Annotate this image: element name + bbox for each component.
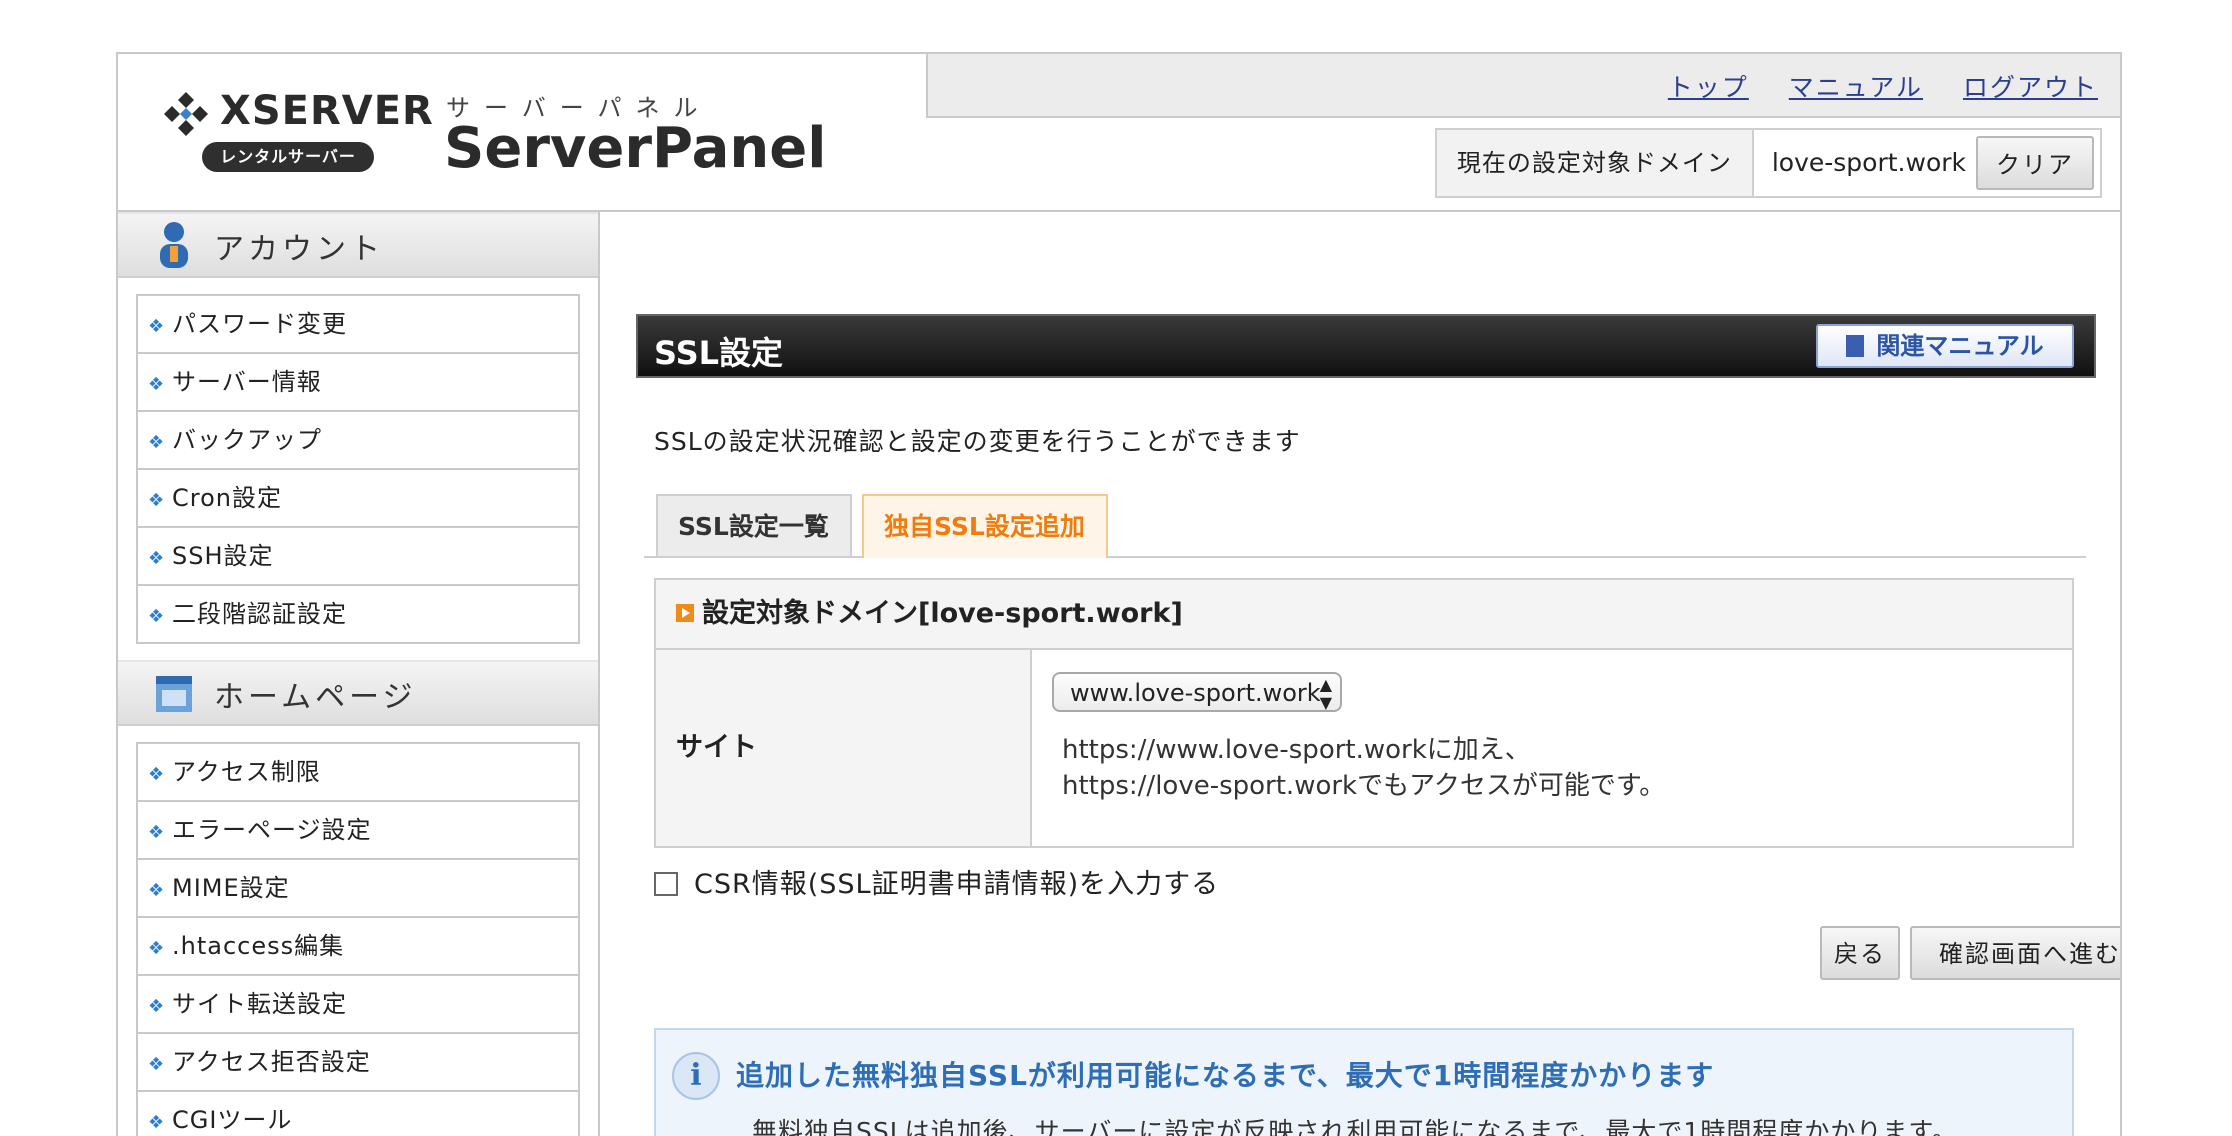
sidebar-list-account: ❖ パスワード変更 ❖ サーバー情報 ❖ バックアップ ❖ Cron設定 ❖ SSH設定 … bbox=[136, 294, 580, 644]
info-notice: i 追加した無料独自SSLが利用可能になるまで、最大で1時間程度かかります 無料… bbox=[654, 1028, 2074, 1136]
bullet-icon: ❖ bbox=[148, 548, 166, 569]
table-row: サイト www.love-sport.work ▲ ▼ https://www.l… bbox=[656, 650, 2072, 846]
sidebar-item-label: アクセス制限 bbox=[172, 758, 321, 786]
sidebar-item-label: .htaccess編集 bbox=[172, 932, 345, 960]
bullet-icon: ❖ bbox=[148, 432, 166, 453]
info-icon: i bbox=[672, 1052, 720, 1100]
bullet-icon: ❖ bbox=[148, 316, 166, 337]
section-header: SSL設定 関連マニュアル bbox=[636, 314, 2096, 378]
sidebar-item-redirect[interactable]: ❖ サイト転送設定 bbox=[138, 976, 578, 1034]
site-note-line2: https://love-sport.workでもアクセスが可能です。 bbox=[1062, 771, 1666, 801]
sidebar-section-title: ホームページ bbox=[214, 680, 417, 715]
info-title: 追加した無料独自SSLが利用可能になるまで、最大で1時間程度かかります bbox=[736, 1059, 1715, 1092]
proceed-to-confirm-button[interactable]: 確認画面へ進む bbox=[1910, 926, 2120, 980]
related-manual-button[interactable]: 関連マニュアル bbox=[1816, 324, 2074, 368]
sidebar-item-label: MIME設定 bbox=[172, 874, 290, 902]
sidebar-item-htaccess[interactable]: ❖ .htaccess編集 bbox=[138, 918, 578, 976]
page-description: SSLの設定状況確認と設定の変更を行うことができます bbox=[654, 427, 1301, 456]
current-domain-label: 現在の設定対象ドメイン bbox=[1436, 130, 1754, 196]
sidebar-item-ssh[interactable]: ❖ SSH設定 bbox=[138, 528, 578, 586]
sidebar-item-backup[interactable]: ❖ バックアップ bbox=[138, 412, 578, 470]
csr-checkbox-row[interactable]: CSR情報(SSL証明書申請情報)を入力する bbox=[654, 862, 1219, 901]
sidebar-item-error-page[interactable]: ❖ エラーページ設定 bbox=[138, 802, 578, 860]
sidebar-section-homepage[interactable]: ホームページ bbox=[118, 660, 598, 726]
bullet-icon: ❖ bbox=[148, 938, 166, 959]
header: XSERVER レンタルサーバー サーバーパネル ServerPanel トップ… bbox=[118, 54, 2120, 212]
sidebar-item-label: Cron設定 bbox=[172, 484, 282, 512]
sidebar-item-label: バックアップ bbox=[172, 426, 322, 454]
sidebar-item-cgi[interactable]: ❖ CGIツール bbox=[138, 1092, 578, 1136]
csr-checkbox-label: CSR情報(SSL証明書申請情報)を入力する bbox=[694, 869, 1220, 900]
book-icon bbox=[1846, 335, 1865, 357]
bullet-icon: ❖ bbox=[148, 822, 166, 843]
sidebar-item-label: 二段階認証設定 bbox=[172, 600, 347, 628]
tab-bar: SSL設定一覧 独自SSL設定追加 bbox=[644, 494, 2086, 558]
sidebar-section-title: アカウント bbox=[214, 232, 384, 267]
play-arrow-icon bbox=[676, 604, 694, 622]
page-title: SSL設定 bbox=[654, 334, 784, 372]
sidebar-item-access-deny[interactable]: ❖ アクセス拒否設定 bbox=[138, 1034, 578, 1092]
logo-area: XSERVER レンタルサーバー サーバーパネル ServerPanel bbox=[118, 54, 918, 210]
related-manual-label: 関連マニュアル bbox=[1876, 332, 2044, 360]
sidebar-item-label: アクセス拒否設定 bbox=[172, 1048, 371, 1076]
logout-link[interactable]: ログアウト bbox=[1963, 73, 2098, 102]
sidebar-item-label: SSH設定 bbox=[172, 542, 274, 570]
bullet-icon: ❖ bbox=[148, 1112, 166, 1133]
sidebar-item-label: エラーページ設定 bbox=[172, 816, 372, 844]
tab-ssl-list[interactable]: SSL設定一覧 bbox=[656, 494, 852, 556]
sidebar-item-server-info[interactable]: ❖ サーバー情報 bbox=[138, 354, 578, 412]
user-icon bbox=[160, 222, 188, 268]
top-link[interactable]: トップ bbox=[1668, 73, 1749, 102]
site-cell: www.love-sport.work ▲ ▼ https://www.love-… bbox=[1032, 650, 2072, 846]
panel-title: ServerPanel bbox=[444, 116, 827, 181]
logo-brand: XSERVER bbox=[220, 88, 434, 134]
bullet-icon: ❖ bbox=[148, 996, 166, 1017]
table-heading-text: 設定対象ドメイン[love-sport.work] bbox=[702, 598, 1183, 629]
server-panel-window: XSERVER レンタルサーバー サーバーパネル ServerPanel トップ… bbox=[116, 52, 2122, 1136]
window-icon bbox=[156, 676, 192, 712]
site-select[interactable]: www.love-sport.work ▲ ▼ bbox=[1052, 672, 1342, 712]
csr-checkbox[interactable] bbox=[654, 872, 678, 896]
info-body: 無料独自SSLは追加後、サーバーに設定が反映され利用可能になるまで、最大で1時間… bbox=[752, 1117, 1958, 1136]
bullet-icon: ❖ bbox=[148, 1054, 166, 1075]
bullet-icon: ❖ bbox=[148, 374, 166, 395]
top-link-bar: トップ マニュアル ログアウト bbox=[926, 54, 2120, 118]
xserver-logo[interactable]: XSERVER レンタルサーバー bbox=[160, 88, 433, 188]
current-domain-value: love-sport.work bbox=[1771, 148, 1966, 177]
bullet-icon: ❖ bbox=[148, 606, 166, 627]
logo-subtitle: レンタルサーバー bbox=[202, 142, 374, 172]
sidebar-item-label: サーバー情報 bbox=[172, 368, 322, 396]
sidebar-item-label: パスワード変更 bbox=[172, 310, 347, 338]
site-note-line1: https://www.love-sport.workに加え、 bbox=[1062, 735, 1531, 765]
select-arrows-icon: ▲ ▼ bbox=[1319, 675, 1332, 712]
sidebar-item-cron[interactable]: ❖ Cron設定 bbox=[138, 470, 578, 528]
clear-button[interactable]: クリア bbox=[1976, 136, 2094, 190]
bullet-icon: ❖ bbox=[148, 764, 166, 785]
sidebar-item-2fa[interactable]: ❖ 二段階認証設定 bbox=[138, 586, 578, 642]
back-button[interactable]: 戻る bbox=[1820, 926, 1900, 980]
bullet-icon: ❖ bbox=[148, 490, 166, 511]
tab-add-ssl[interactable]: 独自SSL設定追加 bbox=[862, 494, 1108, 558]
domain-settings-table: 設定対象ドメイン[love-sport.work] サイト www.love-s… bbox=[654, 578, 2074, 848]
sidebar: アカウント ❖ パスワード変更 ❖ サーバー情報 ❖ バックアップ ❖ Cron設定 ❖… bbox=[118, 212, 600, 1136]
bullet-icon: ❖ bbox=[148, 880, 166, 901]
manual-link[interactable]: マニュアル bbox=[1789, 73, 1923, 102]
current-domain-box: 現在の設定対象ドメイン love-sport.work クリア bbox=[1434, 128, 2102, 198]
top-links: トップ マニュアル ログアウト bbox=[1636, 68, 2098, 104]
table-heading: 設定対象ドメイン[love-sport.work] bbox=[656, 580, 2072, 650]
sidebar-section-account[interactable]: アカウント bbox=[118, 212, 598, 278]
sidebar-item-mime[interactable]: ❖ MIME設定 bbox=[138, 860, 578, 918]
site-note: https://www.love-sport.workに加え、 https://… bbox=[1062, 732, 1665, 804]
main-content: SSL設定 関連マニュアル SSLの設定状況確認と設定の変更を行うことができます… bbox=[608, 212, 2120, 1136]
sidebar-item-label: CGIツール bbox=[172, 1106, 293, 1134]
sidebar-list-homepage: ❖ アクセス制限 ❖ エラーページ設定 ❖ MIME設定 ❖ .htaccess編集 ❖… bbox=[136, 742, 580, 1136]
site-select-value: www.love-sport.work bbox=[1070, 679, 1321, 707]
site-label: サイト bbox=[656, 650, 1032, 846]
sidebar-item-access-restrict[interactable]: ❖ アクセス制限 bbox=[138, 744, 578, 802]
sidebar-item-password[interactable]: ❖ パスワード変更 bbox=[138, 296, 578, 354]
diamond-logo-icon bbox=[164, 92, 208, 136]
sidebar-item-label: サイト転送設定 bbox=[172, 990, 347, 1018]
